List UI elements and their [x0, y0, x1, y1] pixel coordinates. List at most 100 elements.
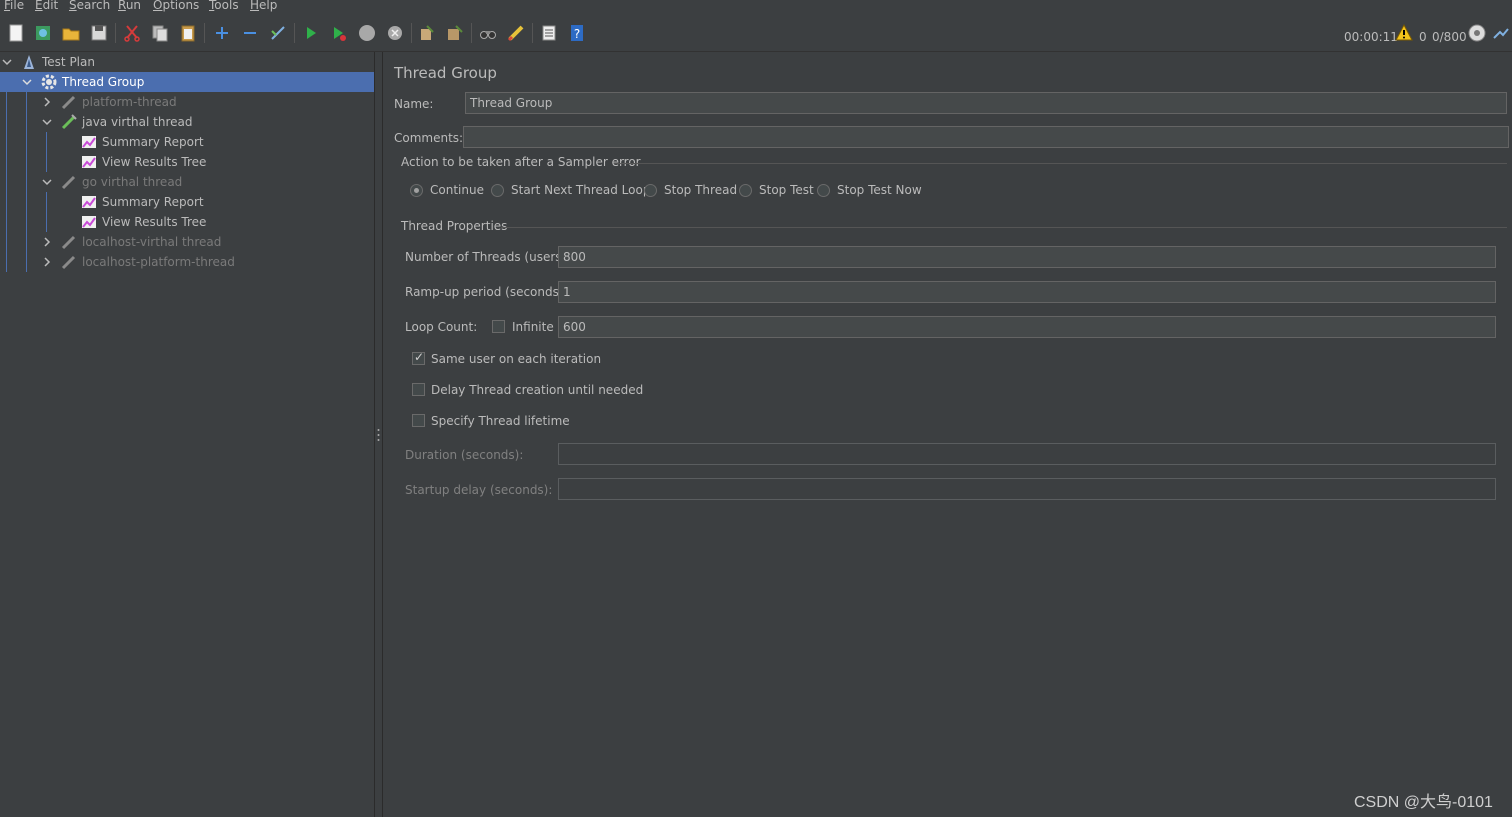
same-user-checkbox[interactable]: [412, 350, 425, 365]
tree-node-summary-report[interactable]: Summary Report: [0, 132, 374, 152]
sampler-error-group-label: Action to be taken after a Sampler error: [401, 155, 641, 169]
toolbar-separator: [204, 23, 205, 43]
stop-thread-label: Stop Thread: [664, 183, 738, 197]
chevron-down-icon[interactable]: [22, 77, 32, 87]
toolbar-separator: [115, 23, 116, 43]
test-plan-tree: Test Plan Thread Group platform-thread j…: [0, 52, 374, 817]
new-icon[interactable]: [5, 22, 27, 44]
pipette-icon: [61, 175, 76, 190]
svg-text:?: ?: [574, 27, 580, 41]
templates-icon[interactable]: [32, 22, 54, 44]
tree-node-view-results-tree[interactable]: View Results Tree: [0, 212, 374, 232]
pipette-icon: [61, 95, 76, 110]
continue-radio[interactable]: [410, 184, 423, 197]
toggle-icon[interactable]: [267, 22, 289, 44]
continue-label: Continue: [430, 183, 484, 197]
tree-node-localhost-platform-thread[interactable]: localhost-platform-thread: [0, 252, 374, 272]
menu-options[interactable]: Options: [153, 0, 199, 12]
start-no-pause-icon[interactable]: [328, 22, 350, 44]
pipette-icon: [61, 235, 76, 250]
page-title: Thread Group: [394, 64, 497, 82]
stop-test-now-radio[interactable]: [817, 184, 830, 197]
tree-node-thread-group[interactable]: Thread Group: [0, 72, 374, 92]
menu-help[interactable]: Help: [250, 0, 277, 12]
chevron-down-icon[interactable]: [2, 57, 12, 67]
menu-search[interactable]: Search: [69, 0, 110, 12]
start-next-loop-radio[interactable]: [491, 184, 504, 197]
function-helper-icon[interactable]: [538, 22, 560, 44]
delay-creation-checkbox[interactable]: [412, 383, 425, 396]
delay-creation-label: Delay Thread creation until needed: [431, 383, 644, 397]
chevron-down-icon[interactable]: [42, 117, 52, 127]
collapse-icon[interactable]: [239, 22, 261, 44]
elapsed-time: 00:00:11: [1344, 30, 1398, 44]
comments-label: Comments:: [394, 131, 464, 145]
active-threads: 0/800: [1432, 30, 1467, 44]
chevron-right-icon[interactable]: [42, 97, 52, 107]
pipette-icon: [61, 255, 76, 270]
toolbar-separator: [294, 23, 295, 43]
tree-node-platform-thread[interactable]: platform-thread: [0, 92, 374, 112]
name-input[interactable]: Thread Group: [465, 92, 1507, 114]
stop-test-now-label: Stop Test Now: [837, 183, 922, 197]
panel-splitter[interactable]: [374, 52, 383, 817]
menu-bar: File Edit Search Run Options Tools Help: [0, 0, 1512, 14]
tree-node-view-results-tree[interactable]: View Results Tree: [0, 152, 374, 172]
loop-count-label: Loop Count:: [405, 320, 478, 334]
start-icon[interactable]: [300, 22, 322, 44]
thread-lifetime-checkbox[interactable]: [412, 414, 425, 427]
log-icon[interactable]: [1490, 22, 1512, 44]
cut-icon[interactable]: [121, 22, 143, 44]
search-icon[interactable]: [477, 22, 499, 44]
thread-group-editor: Thread Group Name: Thread Group Comments…: [384, 52, 1512, 817]
open-icon[interactable]: [60, 22, 82, 44]
help-icon[interactable]: ?: [566, 22, 588, 44]
reset-search-icon[interactable]: [505, 22, 527, 44]
tree-node-java-virthal-thread[interactable]: java virthal thread: [0, 112, 374, 132]
test-plan-icon: [24, 55, 34, 69]
remote-icon[interactable]: [1466, 22, 1488, 44]
copy-icon[interactable]: [149, 22, 171, 44]
name-label: Name:: [394, 97, 434, 111]
warning-icon[interactable]: [1393, 22, 1415, 44]
menu-file[interactable]: File: [4, 0, 24, 12]
threads-label: Number of Threads (users):: [405, 250, 571, 264]
paste-icon[interactable]: [177, 22, 199, 44]
stop-thread-radio[interactable]: [644, 184, 657, 197]
startup-delay-input[interactable]: [558, 478, 1496, 500]
stop-test-radio[interactable]: [739, 184, 752, 197]
loop-count-input[interactable]: 600: [558, 316, 1496, 338]
infinite-checkbox[interactable]: [492, 320, 505, 333]
duration-label: Duration (seconds):: [405, 448, 524, 462]
infinite-label: Infinite: [512, 320, 554, 334]
tree-node-localhost-virthal-thread[interactable]: localhost-virthal thread: [0, 232, 374, 252]
pipette-icon: [61, 114, 77, 130]
comments-input[interactable]: [463, 126, 1509, 148]
clear-all-icon[interactable]: [444, 22, 466, 44]
stop-icon[interactable]: [356, 22, 378, 44]
thread-properties-group-label: Thread Properties: [401, 219, 508, 233]
gear-icon: [41, 74, 57, 90]
shutdown-icon[interactable]: [384, 22, 406, 44]
save-icon[interactable]: [88, 22, 110, 44]
rampup-input[interactable]: 1: [558, 281, 1496, 303]
stop-test-label: Stop Test: [759, 183, 814, 197]
clear-icon[interactable]: [416, 22, 438, 44]
chevron-right-icon[interactable]: [42, 237, 52, 247]
tree-node-test-plan[interactable]: Test Plan: [0, 52, 374, 72]
chart-icon: [82, 216, 96, 228]
menu-edit[interactable]: Edit: [35, 0, 58, 12]
chevron-down-icon[interactable]: [42, 177, 52, 187]
duration-input[interactable]: [558, 443, 1496, 465]
menu-tools[interactable]: Tools: [209, 0, 239, 12]
tree-node-go-virthal-thread[interactable]: go virthal thread: [0, 172, 374, 192]
rampup-label: Ramp-up period (seconds):: [405, 285, 568, 299]
toolbar: ? 00:00:11 0 0/800: [0, 15, 1512, 52]
same-user-label: Same user on each iteration: [431, 352, 602, 366]
startup-delay-label: Startup delay (seconds):: [405, 483, 553, 497]
expand-icon[interactable]: [211, 22, 233, 44]
chevron-right-icon[interactable]: [42, 257, 52, 267]
threads-input[interactable]: 800: [558, 246, 1496, 268]
tree-node-summary-report[interactable]: Summary Report: [0, 192, 374, 212]
menu-run[interactable]: Run: [118, 0, 141, 12]
